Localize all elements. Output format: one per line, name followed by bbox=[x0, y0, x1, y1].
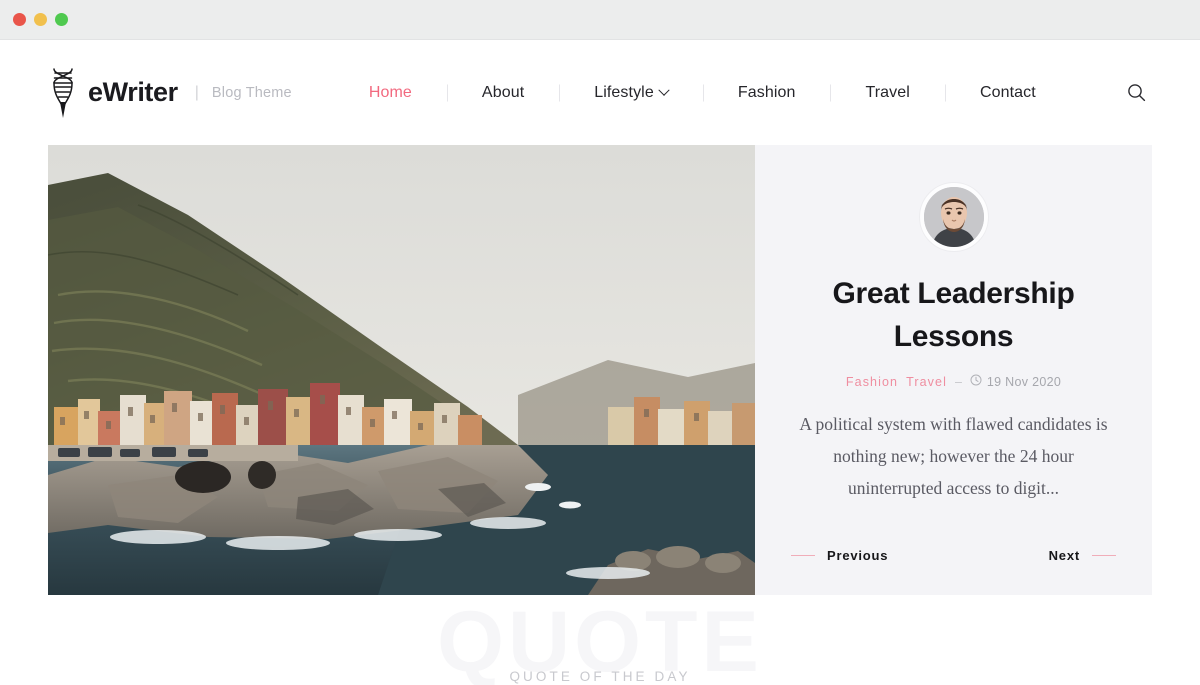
main-navigation: Home About Lifestyle Fashion Travel Cont… bbox=[334, 80, 1120, 106]
author-avatar[interactable] bbox=[919, 183, 988, 251]
quote-label: QUOTE OF THE DAY bbox=[509, 669, 691, 684]
previous-label: Previous bbox=[827, 548, 889, 563]
nav-label: Travel bbox=[865, 83, 910, 101]
nav-item-contact[interactable]: Contact bbox=[945, 80, 1071, 106]
post-title[interactable]: Great Leadership Lessons bbox=[804, 273, 1104, 358]
category-fashion[interactable]: Fashion bbox=[846, 375, 898, 389]
window-titlebar bbox=[0, 0, 1200, 40]
site-header: eWriter | Blog Theme Home About Lifestyl… bbox=[0, 40, 1200, 145]
hero-pager: Previous Next bbox=[791, 548, 1116, 563]
nav-item-lifestyle[interactable]: Lifestyle bbox=[559, 80, 703, 106]
category-travel[interactable]: Travel bbox=[906, 375, 947, 389]
window-minimize-button[interactable] bbox=[34, 13, 47, 26]
meta-dash: – bbox=[954, 374, 962, 389]
clock-icon bbox=[970, 374, 982, 389]
hero-photo[interactable] bbox=[48, 145, 755, 595]
nav-label: About bbox=[481, 83, 525, 101]
previous-button[interactable]: Previous bbox=[791, 548, 888, 563]
nav-label: Fashion bbox=[737, 83, 796, 101]
post-date: 19 Nov 2020 bbox=[970, 374, 1061, 389]
post-meta: Fashion Travel – 19 Nov 2020 bbox=[846, 374, 1061, 389]
next-label: Next bbox=[1048, 548, 1080, 563]
brand-logo[interactable]: eWriter | Blog Theme bbox=[48, 66, 292, 120]
next-button[interactable]: Next bbox=[1049, 548, 1116, 563]
window-close-button[interactable] bbox=[13, 13, 26, 26]
brand-name: eWriter bbox=[88, 77, 178, 107]
hero-section: Great Leadership Lessons Fashion Travel … bbox=[48, 145, 1152, 595]
nav-item-travel[interactable]: Travel bbox=[830, 80, 944, 106]
next-dash-icon bbox=[1092, 554, 1116, 557]
post-excerpt: A political system with flawed candidate… bbox=[799, 414, 1108, 498]
brand-separator: | bbox=[194, 83, 199, 101]
prev-dash-icon bbox=[791, 554, 815, 557]
nav-label: Contact bbox=[979, 83, 1036, 101]
nav-label: Lifestyle bbox=[594, 83, 654, 101]
nav-item-fashion[interactable]: Fashion bbox=[703, 80, 831, 106]
post-date-text: 19 Nov 2020 bbox=[986, 374, 1062, 389]
hero-post-panel: Great Leadership Lessons Fashion Travel … bbox=[755, 145, 1152, 595]
quote-section: QUOTE QUOTE OF THE DAY bbox=[0, 595, 1200, 685]
nav-item-about[interactable]: About bbox=[447, 80, 559, 106]
search-icon[interactable] bbox=[1120, 77, 1152, 109]
nav-item-home[interactable]: Home bbox=[334, 80, 447, 106]
page-root: eWriter | Blog Theme Home About Lifestyl… bbox=[0, 40, 1200, 685]
chevron-down-icon bbox=[658, 84, 670, 96]
window-zoom-button[interactable] bbox=[55, 13, 68, 26]
nav-label: Home bbox=[368, 83, 412, 101]
brand-tagline: Blog Theme bbox=[211, 84, 292, 101]
quill-pen-icon bbox=[48, 66, 78, 120]
